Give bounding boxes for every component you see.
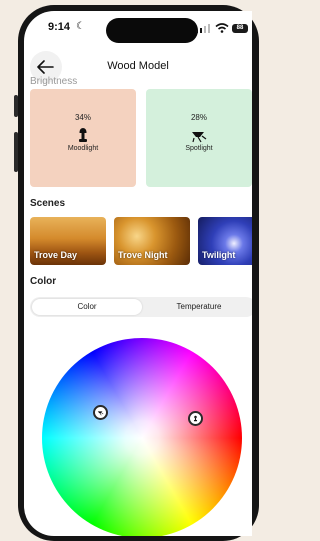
color-wheel[interactable]: [42, 338, 242, 536]
light-name: Spotlight: [185, 145, 213, 152]
moon-icon: ☾: [76, 21, 85, 32]
signal-icon: [196, 24, 210, 33]
page-title: Wood Model: [107, 60, 169, 72]
scene-card-trove-day[interactable]: Trove Day: [30, 217, 106, 265]
tab-color[interactable]: Color: [32, 299, 142, 315]
tab-temperature[interactable]: Temperature: [144, 299, 252, 315]
wifi-icon: [215, 23, 229, 33]
lamp-icon: [79, 128, 87, 142]
scene-label: Trove Day: [34, 250, 78, 260]
brightness-heading: Brightness: [30, 76, 78, 87]
spotlight-handle[interactable]: [93, 405, 108, 420]
color-mode-toggle: Color Temperature: [30, 297, 252, 317]
light-card-spotlight[interactable]: 28% Spotlight: [146, 89, 252, 187]
scene-label: Trove Night: [118, 250, 168, 260]
app-screen: 9:14 ☾ 88 Wood Model Brightness 34% Mood…: [24, 11, 252, 536]
scene-label: Twilight: [202, 250, 236, 260]
spotlight-icon: [97, 411, 104, 416]
spotlight-icon: [192, 132, 207, 143]
status-time: 9:14: [48, 21, 71, 33]
scene-card-trove-night[interactable]: Trove Night: [114, 217, 190, 265]
status-bar: 9:14 ☾ 88: [24, 11, 252, 43]
scene-card-twilight[interactable]: Twilight: [198, 217, 252, 265]
scenes-heading: Scenes: [30, 198, 66, 209]
lamp-icon: [193, 415, 198, 422]
color-heading: Color: [30, 276, 57, 287]
brightness-value: 28%: [190, 113, 207, 122]
battery-icon: 88: [232, 24, 248, 33]
brightness-value: 34%: [74, 113, 91, 122]
dynamic-island: [106, 18, 198, 43]
light-card-moodlight[interactable]: 34% Moodlight: [30, 89, 136, 187]
moodlight-handle[interactable]: [188, 411, 203, 426]
light-name: Moodlight: [67, 145, 99, 152]
